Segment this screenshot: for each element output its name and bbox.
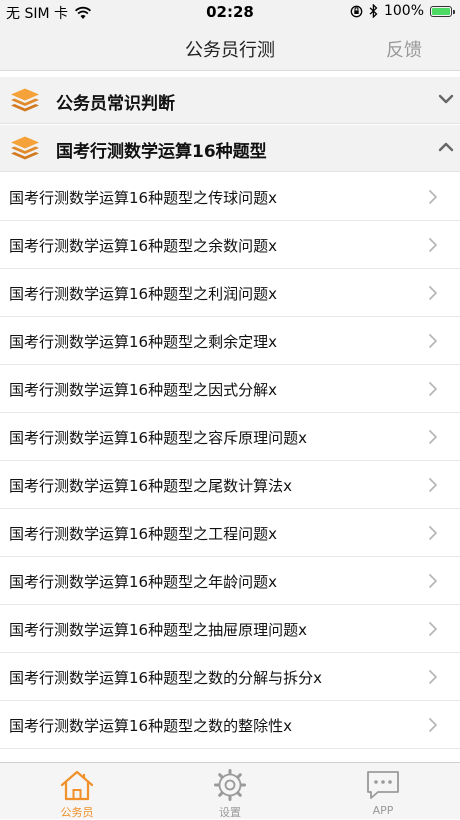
section-label: 国考行测数学运算16种题型 (56, 142, 267, 162)
list-item-label: 国考行测数学运算16种题型之容斥原理问题x (9, 429, 307, 447)
list-item-label: 国考行测数学运算16种题型之年龄问题x (9, 573, 277, 591)
chevron-up-icon (438, 142, 454, 152)
list-item[interactable]: 国考行测数学运算16种题型之尾数计算法x (0, 461, 460, 509)
battery-fill (432, 7, 450, 15)
list-item-label: 国考行测数学运算16种题型之尾数计算法x (9, 477, 292, 495)
list-item-label: 国考行测数学运算16种题型之利润问题x (9, 285, 277, 303)
list-item-label: 国考行测数学运算16种题型之因式分解x (9, 381, 277, 399)
section-label: 公务员常识判断 (56, 94, 175, 114)
section-header-common-sense[interactable]: 公务员常识判断 (0, 77, 460, 124)
list-item[interactable]: 国考行测数学运算16种题型之传球问题x (0, 173, 460, 221)
chevron-right-icon (429, 286, 437, 300)
list-item-label: 国考行测数学运算16种题型之剩余定理x (9, 333, 277, 351)
list-item-label: 国考行测数学运算16种题型之余数问题x (9, 237, 277, 255)
chevron-right-icon (429, 478, 437, 492)
topic-list: 国考行测数学运算16种题型之传球问题x 国考行测数学运算16种题型之余数问题x … (0, 173, 460, 749)
chevron-right-icon (429, 622, 437, 636)
layers-icon (11, 88, 39, 112)
list-item[interactable]: 国考行测数学运算16种题型之数的整除性x (0, 701, 460, 749)
list-item[interactable]: 国考行测数学运算16种题型之剩余定理x (0, 317, 460, 365)
list-item-label: 国考行测数学运算16种题型之抽屉原理问题x (9, 621, 307, 639)
list-item[interactable]: 国考行测数学运算16种题型之工程问题x (0, 509, 460, 557)
tab-app[interactable]: APP (323, 763, 443, 819)
chevron-right-icon (429, 574, 437, 588)
list-item[interactable]: 国考行测数学运算16种题型之因式分解x (0, 365, 460, 413)
battery-percent: 100% (383, 3, 424, 19)
tab-civil-servant[interactable]: 公务员 (17, 763, 137, 819)
chevron-right-icon (429, 670, 437, 684)
list-item-label: 国考行测数学运算16种题型之工程问题x (9, 525, 277, 543)
chevron-right-icon (429, 238, 437, 252)
gear-icon (214, 769, 246, 801)
nav-bar: 公务员行测 反馈 (0, 24, 460, 71)
feedback-button[interactable]: 反馈 (386, 36, 422, 62)
home-icon (60, 770, 94, 801)
chevron-right-icon (429, 190, 437, 204)
chat-bubble-icon (367, 771, 399, 799)
chevron-down-icon (438, 94, 454, 104)
list-item[interactable]: 国考行测数学运算16种题型之容斥原理问题x (0, 413, 460, 461)
list-item[interactable]: 国考行测数学运算16种题型之数的分解与拆分x (0, 653, 460, 701)
list-item[interactable]: 国考行测数学运算16种题型之利润问题x (0, 269, 460, 317)
list-item[interactable]: 国考行测数学运算16种题型之余数问题x (0, 221, 460, 269)
status-bar: 无 SIM 卡 02:28 100% (0, 0, 460, 24)
section-header-math[interactable]: 国考行测数学运算16种题型 (0, 125, 460, 172)
chevron-right-icon (429, 430, 437, 444)
battery-icon (430, 5, 455, 17)
list-item[interactable]: 国考行测数学运算16种题型之年龄问题x (0, 557, 460, 605)
status-right: 100% (350, 3, 455, 19)
layers-icon (11, 136, 39, 160)
chevron-right-icon (429, 718, 437, 732)
list-item-label: 国考行测数学运算16种题型之数的整除性x (9, 717, 292, 735)
chevron-right-icon (429, 334, 437, 348)
list-item[interactable]: 国考行测数学运算16种题型之抽屉原理问题x (0, 605, 460, 653)
tab-settings[interactable]: 设置 (170, 763, 290, 819)
chevron-right-icon (429, 382, 437, 396)
bluetooth-icon (369, 4, 378, 18)
tab-label: APP (372, 804, 394, 817)
tab-bar: 公务员 设置 APP (0, 762, 460, 819)
chevron-right-icon (429, 526, 437, 540)
orientation-lock-icon (350, 5, 363, 17)
list-item-label: 国考行测数学运算16种题型之数的分解与拆分x (9, 669, 322, 687)
list-item-label: 国考行测数学运算16种题型之传球问题x (9, 189, 277, 207)
